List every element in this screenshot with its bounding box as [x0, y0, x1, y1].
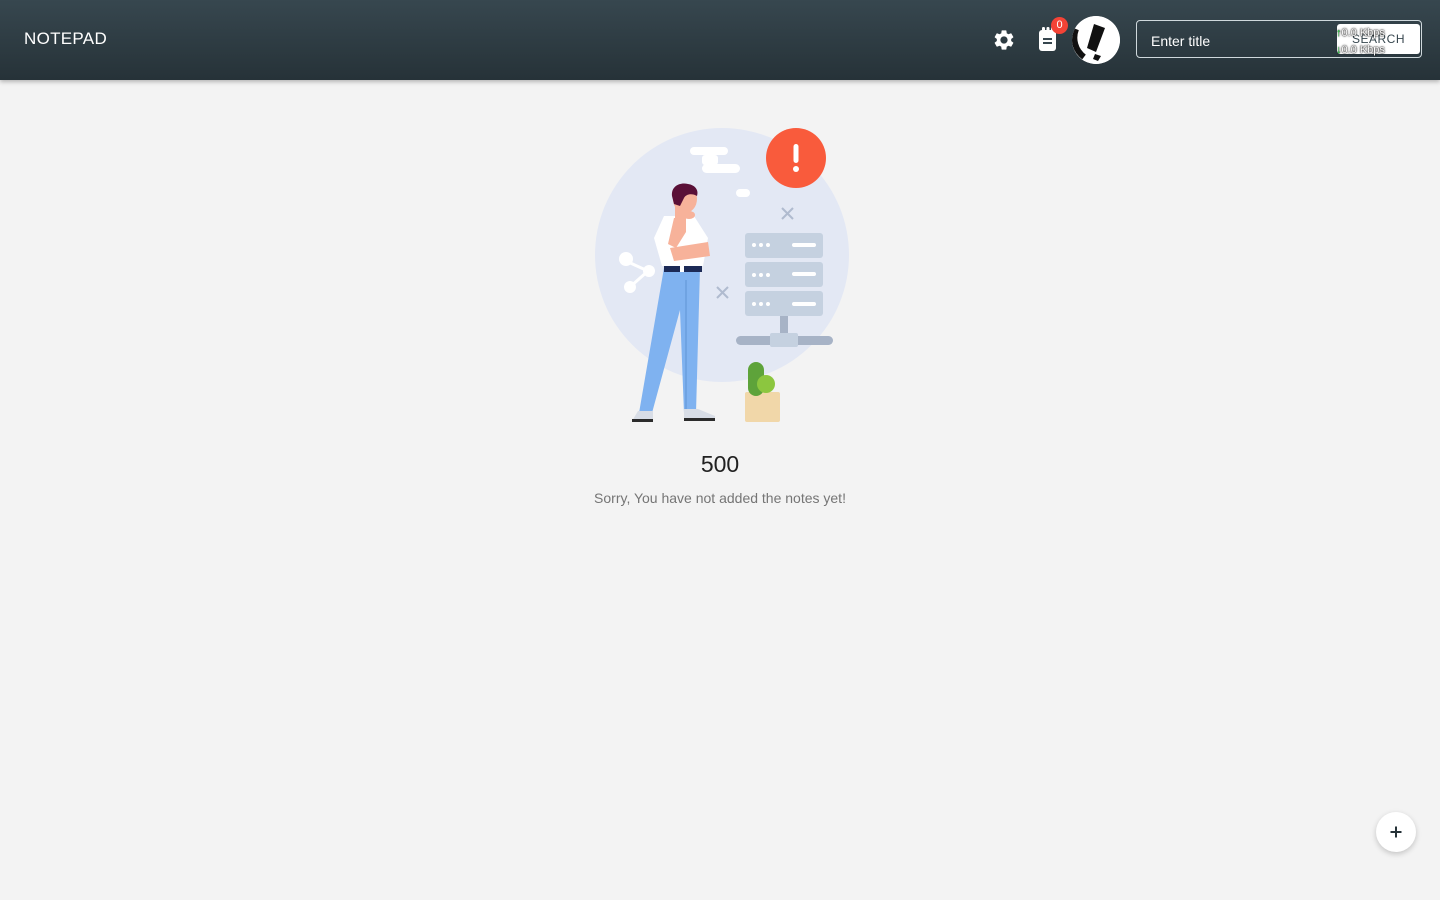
empty-state-illustration: [595, 128, 849, 422]
navbar: NOTEPAD 0 SEARCH ↑0.0 Kbps ↓0.0 Kbps: [0, 0, 1440, 80]
notes-count-badge: 0: [1051, 17, 1068, 34]
error-code: 500: [700, 451, 740, 477]
potted-plant-icon: [745, 362, 780, 422]
search-form: SEARCH: [1136, 20, 1422, 58]
alert-icon: [766, 128, 826, 188]
avatar[interactable]: [1072, 16, 1120, 64]
plus-icon: [1390, 826, 1402, 838]
empty-state-message: Sorry, You have not added the notes yet!: [594, 490, 846, 506]
search-button[interactable]: SEARCH: [1337, 24, 1420, 54]
brand-title[interactable]: NOTEPAD: [24, 29, 107, 49]
gear-icon[interactable]: [992, 28, 1016, 52]
add-note-button[interactable]: [1376, 812, 1416, 852]
avatar-image: [1072, 16, 1120, 64]
search-input[interactable]: [1149, 30, 1333, 52]
